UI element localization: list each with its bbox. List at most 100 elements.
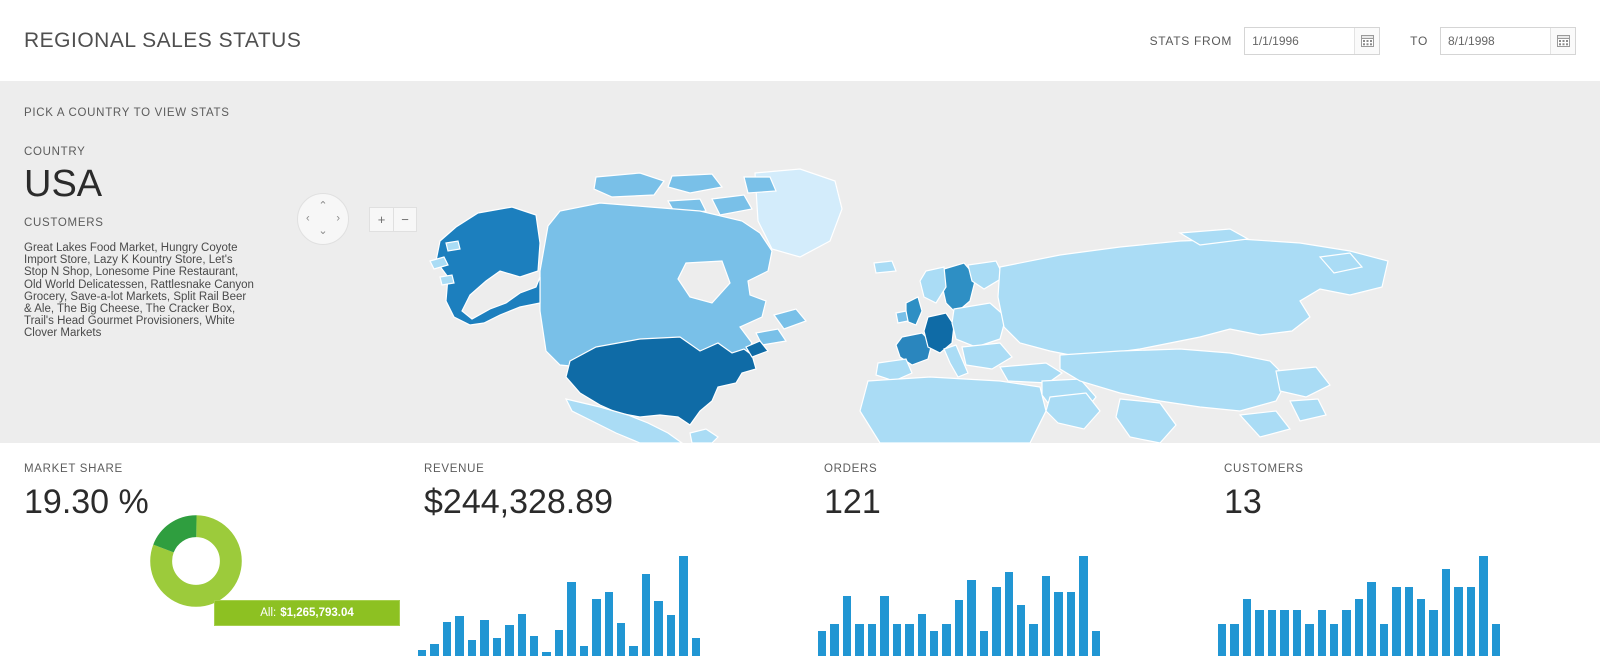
calendar-icon[interactable] [1550,27,1575,54]
bar[interactable] [641,574,651,656]
to-label: TO [1410,33,1428,48]
bar[interactable] [1255,609,1264,656]
bar[interactable] [1466,587,1476,656]
kpi-label: CUSTOMERS [1224,463,1304,475]
bar[interactable] [517,614,526,656]
customers-sparkline[interactable] [1218,556,1501,656]
bar[interactable] [1066,592,1076,656]
kpi-label: MARKET SHARE [24,463,123,475]
bar[interactable] [1367,582,1376,656]
app-header: REGIONAL SALES STATUS STATS FROM TO [0,0,1600,81]
date-to-picker[interactable] [1440,26,1576,55]
orders-sparkline[interactable] [818,556,1101,656]
bar[interactable] [467,640,477,656]
pan-control[interactable]: ⌃ ⌄ ‹ › [297,193,349,245]
bar[interactable] [629,646,638,656]
bar[interactable] [1267,609,1277,656]
pan-up-icon[interactable]: ⌃ [318,201,327,212]
bar[interactable] [455,616,464,656]
bar[interactable] [691,638,701,656]
bar[interactable] [1305,623,1314,656]
bar[interactable] [418,650,427,656]
zoom-out-button[interactable]: − [393,208,416,231]
bar[interactable] [1079,556,1088,656]
bar[interactable] [942,624,951,656]
bar[interactable] [554,630,564,656]
bar[interactable] [1441,568,1451,656]
bar[interactable] [1404,587,1413,656]
bar[interactable] [1091,631,1101,656]
stats-from-label: STATS FROM [1149,33,1233,48]
pan-left-icon[interactable]: ‹ [306,213,310,225]
bar[interactable] [679,556,688,656]
bar[interactable] [1479,556,1488,656]
bar[interactable] [967,579,976,656]
bar[interactable] [542,652,551,656]
bar[interactable] [1454,587,1463,656]
bar[interactable] [1354,598,1364,656]
bar[interactable] [1029,624,1038,656]
bar[interactable] [666,615,676,656]
bar[interactable] [892,624,902,656]
bar[interactable] [579,646,589,656]
bar[interactable] [592,599,601,656]
bar[interactable] [1329,623,1339,656]
bar[interactable] [617,623,626,656]
zoom-in-button[interactable]: + [370,208,393,231]
bar[interactable] [1317,609,1326,656]
bar[interactable] [1017,605,1026,656]
bar[interactable] [917,613,926,656]
bar[interactable] [880,596,889,656]
bar[interactable] [1342,609,1351,656]
bar[interactable] [954,599,964,656]
bar[interactable] [1242,598,1252,656]
bar[interactable] [1429,609,1438,656]
bar[interactable] [1218,623,1227,656]
bar[interactable] [505,625,514,656]
bar[interactable] [442,622,452,656]
kpi-value: 121 [824,483,881,521]
pan-down-icon[interactable]: ⌄ [318,226,327,237]
bar[interactable] [979,631,989,656]
bar[interactable] [1491,623,1501,656]
bar[interactable] [1292,609,1302,656]
bar[interactable] [430,644,439,656]
bar[interactable] [929,631,939,656]
bar[interactable] [654,601,663,656]
kpi-value: 13 [1224,483,1262,521]
bar[interactable] [1417,598,1426,656]
date-from-picker[interactable] [1244,26,1381,55]
bar[interactable] [1379,623,1389,656]
zoom-control: + − [369,207,417,232]
bar[interactable] [905,624,914,656]
date-from-input[interactable] [1245,27,1355,54]
bar[interactable] [1041,576,1051,656]
market-share-donut[interactable] [150,515,242,607]
world-map[interactable] [0,81,1600,443]
date-to-input[interactable] [1441,27,1550,54]
bar[interactable] [604,592,613,656]
kpi-market-share: MARKET SHARE 19.30 % All: $1,265,793.04 [0,443,400,656]
bar[interactable] [830,624,839,656]
bar[interactable] [1054,592,1063,656]
bar[interactable] [818,631,827,656]
bar[interactable] [992,586,1001,656]
bar[interactable] [1230,623,1239,656]
kpi-label: ORDERS [824,463,878,475]
pan-right-icon[interactable]: › [336,213,340,225]
bar[interactable] [529,636,539,656]
market-share-tooltip: All: $1,265,793.04 [214,600,400,626]
revenue-sparkline[interactable] [418,556,701,656]
bar[interactable] [1004,572,1013,656]
kpi-revenue: REVENUE $244,328.89 [400,443,800,656]
bar[interactable] [1280,609,1289,656]
calendar-icon[interactable] [1354,27,1380,54]
bar[interactable] [855,624,864,656]
bar[interactable] [842,596,852,656]
bar[interactable] [567,582,576,656]
bar[interactable] [492,638,502,656]
bar[interactable] [1392,587,1401,656]
bar[interactable] [480,620,489,656]
kpi-row: MARKET SHARE 19.30 % All: $1,265,793.04 … [0,443,1600,656]
bar[interactable] [867,624,877,656]
